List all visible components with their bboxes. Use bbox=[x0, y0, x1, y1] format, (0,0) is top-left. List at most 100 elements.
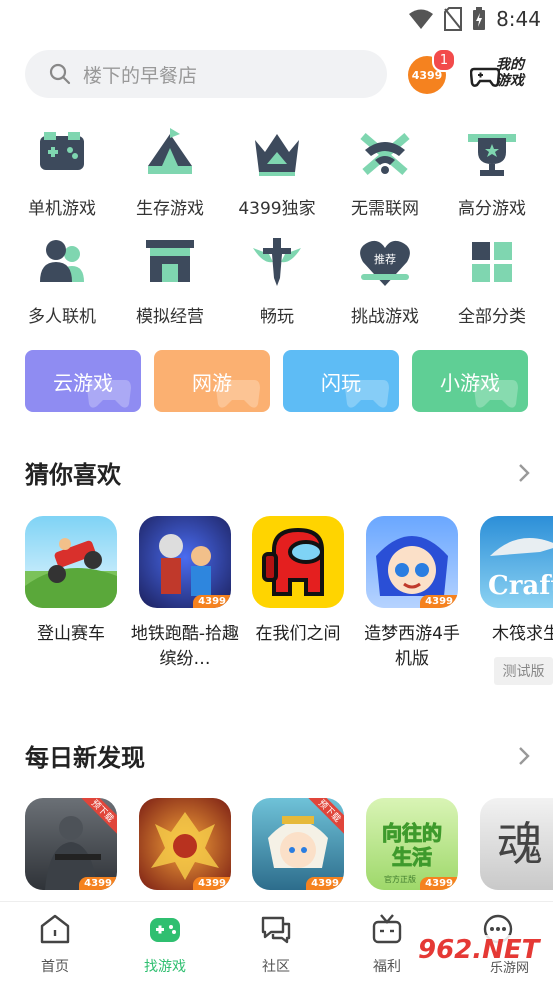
home-icon bbox=[40, 914, 70, 944]
no-sim-icon bbox=[444, 7, 463, 31]
wifi-icon bbox=[409, 9, 434, 29]
brand-4399-badge: 4399 bbox=[420, 877, 458, 890]
game-card[interactable]: 登山赛车 bbox=[25, 516, 117, 647]
chevron-right-icon[interactable] bbox=[517, 462, 531, 484]
recommend-badge: 推荐 bbox=[374, 252, 396, 266]
game-icon-shooter: 预下载 4399 bbox=[25, 798, 117, 890]
game-art-text: 魂 bbox=[497, 817, 543, 871]
brand-4399-badge: 4399 bbox=[79, 877, 117, 890]
category-item[interactable]: 生存游戏 bbox=[115, 126, 225, 219]
wifi-off-icon bbox=[360, 132, 410, 176]
message-center-button[interactable]: 4399 1 bbox=[408, 48, 456, 94]
game-icon-dream-life: 向往的 生活官方正版 4399 bbox=[366, 798, 458, 890]
watermark-logo: 962.NET 乐游网 bbox=[414, 935, 553, 981]
raft-icon-text: Craft bbox=[488, 571, 553, 601]
brand-4399-badge: 4399 bbox=[193, 595, 231, 608]
game-name: 登山赛车 bbox=[37, 624, 105, 644]
section-title-guess: 猜你喜欢 bbox=[25, 461, 121, 489]
category-item[interactable]: 推荐 挑战游戏 bbox=[330, 234, 440, 327]
game-icon-soul: 魂 bbox=[480, 798, 553, 890]
gift-icon bbox=[372, 914, 402, 944]
gamepad-icon bbox=[345, 380, 389, 408]
chevron-right-icon[interactable] bbox=[517, 745, 531, 767]
search-bar[interactable]: 楼下的早餐店 bbox=[25, 50, 387, 98]
brand-4399-badge: 4399 bbox=[193, 877, 231, 890]
category-item[interactable]: 全部分类 bbox=[437, 234, 547, 327]
game-card[interactable]: 预下载 4399 bbox=[25, 798, 117, 890]
mini-games-button[interactable]: 小游戏 bbox=[412, 350, 528, 412]
category-label: 单机游戏 bbox=[28, 199, 96, 219]
tab-community[interactable]: 社区 bbox=[236, 912, 316, 976]
game-card[interactable]: Craft 木筏求生 bbox=[480, 516, 553, 647]
my-games-label-1: 我的 bbox=[496, 57, 524, 73]
game-card[interactable]: 向往的 生活官方正版 4399 bbox=[366, 798, 458, 890]
chat-icon bbox=[261, 916, 291, 944]
game-name: 地铁跑酷-拾趣缤纷… bbox=[130, 624, 240, 669]
tab-home[interactable]: 首页 bbox=[15, 912, 95, 976]
gamepad-icon bbox=[216, 380, 260, 408]
category-label: 全部分类 bbox=[458, 307, 526, 327]
clock: 8:44 bbox=[496, 7, 541, 31]
notification-count: 1 bbox=[432, 48, 456, 72]
category-label: 生存游戏 bbox=[136, 199, 204, 219]
battery-charging-icon bbox=[473, 7, 486, 30]
game-icon-subway-surfers: 4399 bbox=[139, 516, 231, 608]
brand-4399-badge: 4399 bbox=[306, 877, 344, 890]
game-art-text-2: 生活 bbox=[392, 845, 432, 869]
watermark-line-2: 乐游网 bbox=[490, 961, 530, 976]
category-item[interactable]: 单机游戏 bbox=[7, 126, 117, 219]
cloud-games-button[interactable]: 云游戏 bbox=[25, 350, 141, 412]
game-card[interactable]: 魂 bbox=[480, 798, 553, 890]
category-item[interactable]: 高分游戏 bbox=[437, 126, 547, 219]
game-icon-anime-hero: 预下载 4399 bbox=[252, 798, 344, 890]
search-icon bbox=[49, 63, 71, 85]
category-label: 多人联机 bbox=[28, 307, 96, 327]
category-label: 4399独家 bbox=[238, 199, 316, 219]
tab-label: 社区 bbox=[262, 959, 290, 975]
category-label: 无需联网 bbox=[351, 199, 419, 219]
section-title-new: 每日新发现 bbox=[25, 744, 145, 772]
game-icon-raft: Craft bbox=[480, 516, 553, 608]
category-item[interactable]: 4399独家 bbox=[222, 126, 332, 219]
tab-label: 找游戏 bbox=[144, 959, 186, 975]
game-card[interactable]: 在我们之间 bbox=[252, 516, 344, 647]
tent-icon bbox=[148, 128, 192, 174]
gamepad-icon bbox=[474, 380, 518, 408]
category-item[interactable]: 畅玩 bbox=[222, 234, 332, 327]
category-label: 挑战游戏 bbox=[351, 307, 419, 327]
status-bar: 8:44 bbox=[0, 0, 553, 38]
heart-recommend-icon: 推荐 bbox=[360, 240, 410, 286]
category-item[interactable]: 模拟经营 bbox=[115, 234, 225, 327]
sword-icon bbox=[253, 238, 301, 286]
beta-tag: 测试版 bbox=[494, 657, 553, 685]
game-icon-hill-climb bbox=[25, 516, 117, 608]
crown-icon bbox=[255, 134, 299, 176]
multiplayer-icon bbox=[40, 240, 84, 282]
game-card[interactable]: 预下载 4399 bbox=[252, 798, 344, 890]
game-icon-dream-journey: 4399 bbox=[366, 516, 458, 608]
gamepad-icon bbox=[40, 132, 84, 170]
official-label: 官方正版 bbox=[384, 874, 416, 884]
game-card[interactable]: 4399 造梦西游4手机版 bbox=[364, 516, 460, 672]
game-name: 造梦西游4手机版 bbox=[364, 624, 460, 669]
tab-find-games[interactable]: 找游戏 bbox=[125, 912, 205, 976]
gamepad-icon bbox=[87, 380, 131, 408]
category-item[interactable]: 多人联机 bbox=[7, 234, 117, 327]
flash-play-button[interactable]: 闪玩 bbox=[283, 350, 399, 412]
game-name: 在我们之间 bbox=[255, 624, 341, 644]
grid-icon bbox=[472, 242, 512, 282]
category-item[interactable]: 无需联网 bbox=[330, 126, 440, 219]
my-games-label-2: 游戏 bbox=[496, 73, 524, 89]
shop-icon bbox=[146, 240, 194, 282]
gamepad-icon bbox=[150, 918, 180, 942]
game-art-text: 向往的 bbox=[382, 821, 442, 845]
game-icon-among-us bbox=[252, 516, 344, 608]
online-games-button[interactable]: 网游 bbox=[154, 350, 270, 412]
my-games-button[interactable]: 我的 游戏 bbox=[470, 55, 532, 93]
search-placeholder: 楼下的早餐店 bbox=[83, 64, 198, 87]
category-label: 畅玩 bbox=[260, 307, 294, 327]
game-card[interactable]: 4399 地铁跑酷-拾趣缤纷… bbox=[131, 516, 239, 672]
brand-4399-badge: 4399 bbox=[420, 595, 458, 608]
category-label: 高分游戏 bbox=[458, 199, 526, 219]
game-card[interactable]: 4399 bbox=[139, 798, 231, 890]
